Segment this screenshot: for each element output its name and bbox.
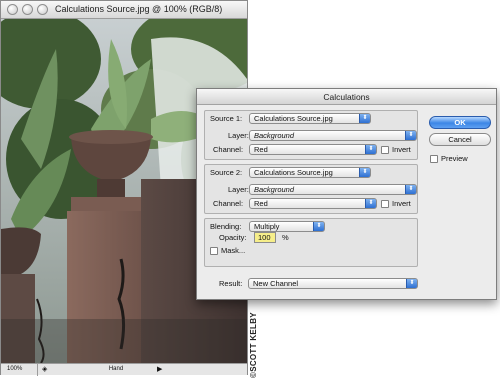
source2-invert-checkbox[interactable] (381, 200, 389, 208)
chevron-updown-icon: ⬍ (405, 131, 416, 140)
result-select[interactable]: New Channel ⬍ (248, 278, 418, 289)
chevron-updown-icon: ⬍ (313, 222, 324, 231)
zoom-window-icon[interactable] (37, 4, 48, 15)
blending-label: Blending: (210, 222, 242, 231)
source2-layer-select[interactable]: Background ⬍ (249, 184, 417, 195)
source1-layer-label: Layer: (228, 131, 249, 140)
document-titlebar[interactable]: Calculations Source.jpg @ 100% (RGB/8) (1, 1, 247, 19)
blending-mode-select[interactable]: Multiply ⬍ (249, 221, 325, 232)
source1-channel-label: Channel: (213, 145, 244, 154)
status-divider (37, 364, 38, 376)
source2-label: Source 2: (210, 168, 243, 177)
preview-checkbox[interactable] (430, 155, 438, 163)
mask-label: Mask... (221, 246, 246, 255)
source2-file-select[interactable]: Calculations Source.jpg ⬍ (249, 167, 371, 178)
chevron-updown-icon: ⬍ (359, 168, 370, 177)
chevron-updown-icon: ⬍ (365, 199, 376, 208)
chevron-updown-icon: ⬍ (365, 145, 376, 154)
chevron-updown-icon: ⬍ (406, 279, 417, 288)
source1-file-select[interactable]: Calculations Source.jpg ⬍ (249, 113, 371, 124)
source2-invert-label: Invert (392, 199, 411, 208)
result-label: Result: (219, 279, 243, 288)
source1-label: Source 1: (210, 114, 243, 123)
opacity-label: Opacity: (219, 233, 247, 242)
source1-layer-select[interactable]: Background ⬍ (249, 130, 417, 141)
opacity-unit: % (282, 233, 289, 242)
document-title: Calculations Source.jpg @ 100% (RGB/8) (55, 4, 223, 14)
zoom-level[interactable]: 100% (7, 366, 22, 372)
source2-channel-label: Channel: (213, 199, 244, 208)
source2-layer-label: Layer: (228, 185, 249, 194)
chevron-updown-icon: ⬍ (405, 185, 416, 194)
source2-channel-select[interactable]: Red ⬍ (249, 198, 377, 209)
status-info-icon[interactable]: ◈ (42, 365, 47, 373)
status-menu-arrow-icon[interactable]: ▶ (157, 365, 162, 373)
chevron-updown-icon: ⬍ (359, 114, 370, 123)
cancel-button[interactable]: Cancel (429, 133, 491, 146)
opacity-input[interactable]: 100 (254, 232, 276, 243)
current-tool-label: Hand (108, 366, 124, 372)
source1-channel-select[interactable]: Red ⬍ (249, 144, 377, 155)
preview-label: Preview (441, 154, 468, 163)
source2-group: Source 2: Calculations Source.jpg ⬍ Laye… (204, 164, 418, 214)
source1-invert-checkbox[interactable] (381, 146, 389, 154)
ok-button[interactable]: OK (429, 116, 491, 129)
minimize-window-icon[interactable] (22, 4, 33, 15)
source1-invert-label: Invert (392, 145, 411, 154)
close-window-icon[interactable] (7, 4, 18, 15)
document-status-bar: 100% ◈ Hand ▶ (1, 363, 247, 376)
source1-group: Source 1: Calculations Source.jpg ⬍ Laye… (204, 110, 418, 160)
dialog-title: Calculations (197, 89, 496, 105)
calculations-dialog: Calculations Source 1: Calculations Sour… (196, 88, 497, 300)
blending-group: Blending: Multiply ⬍ Opacity: 100 % Mask… (204, 218, 418, 267)
photo-credit: ©SCOTT KELBY (249, 312, 258, 378)
mask-checkbox[interactable] (210, 247, 218, 255)
